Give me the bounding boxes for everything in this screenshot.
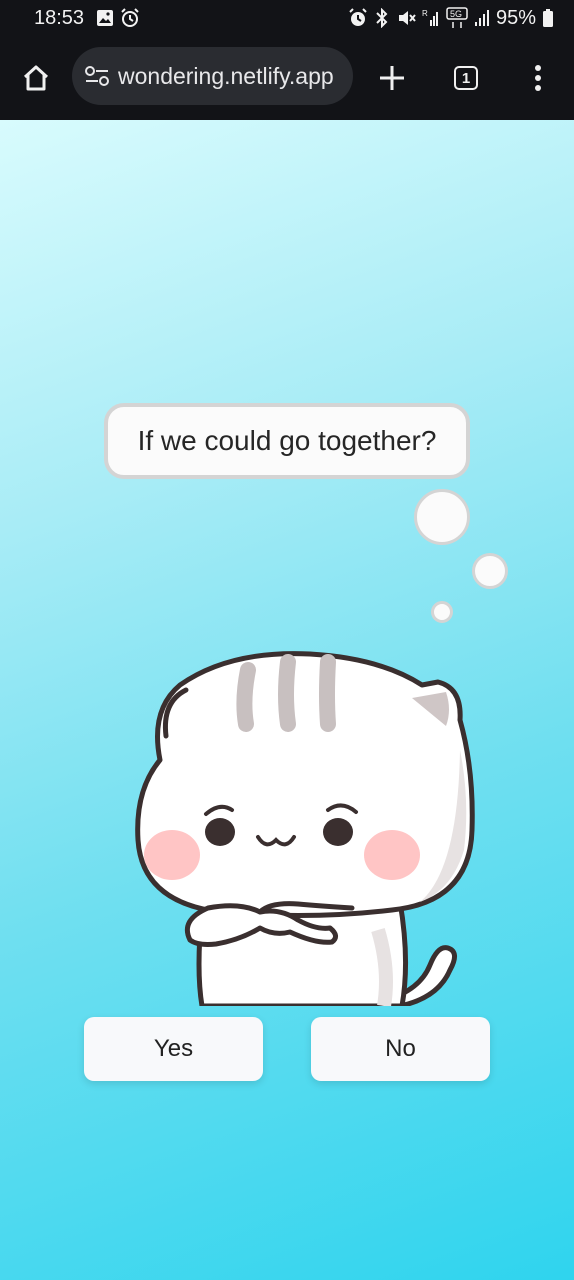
- thought-bubble: If we could go together?: [104, 403, 470, 479]
- alarm-icon: [121, 8, 139, 27]
- status-left-icons: [96, 8, 140, 28]
- battery-percent: 95%: [495, 6, 536, 29]
- thought-dot-large: [414, 489, 470, 545]
- alarm-icon: [349, 8, 367, 26]
- status-time: 18:53: [34, 6, 85, 29]
- tune-icon: [85, 66, 109, 86]
- image-icon: [97, 10, 114, 26]
- signal-icon: R: [422, 9, 438, 26]
- page-content: If we could go together? Yes No: [0, 120, 574, 1280]
- address-bar[interactable]: wondering.netlify.app: [72, 47, 353, 105]
- home-button[interactable]: [16, 58, 56, 98]
- menu-button[interactable]: [518, 58, 558, 98]
- mute-icon: [398, 11, 416, 25]
- tab-count: 1: [454, 66, 478, 90]
- yes-button[interactable]: Yes: [84, 1017, 263, 1081]
- no-button[interactable]: No: [311, 1017, 490, 1081]
- browser-toolbar: wondering.netlify.app 1: [0, 36, 574, 120]
- thought-dot-medium: [472, 553, 508, 589]
- plus-icon: [380, 66, 404, 90]
- status-bar: 18:53 R 5G 95%: [0, 0, 574, 36]
- url-text[interactable]: wondering.netlify.app: [118, 63, 340, 90]
- 5g-icon: 5G: [446, 7, 468, 28]
- battery-icon: [543, 9, 553, 27]
- status-right-icons: R 5G 95%: [348, 7, 554, 30]
- more-vert-icon: [535, 65, 541, 91]
- bluetooth-icon: [376, 8, 388, 28]
- thought-dot-small: [431, 601, 453, 623]
- home-icon: [23, 65, 49, 91]
- question-text: If we could go together?: [137, 425, 437, 456]
- svg-text:R: R: [422, 9, 428, 18]
- cat-illustration: [135, 651, 475, 1006]
- svg-text:5G: 5G: [450, 9, 462, 19]
- signal-icon: [474, 10, 489, 26]
- tab-switcher-button[interactable]: 1: [446, 58, 486, 98]
- new-tab-button[interactable]: [372, 58, 412, 98]
- site-settings-button[interactable]: [82, 61, 112, 91]
